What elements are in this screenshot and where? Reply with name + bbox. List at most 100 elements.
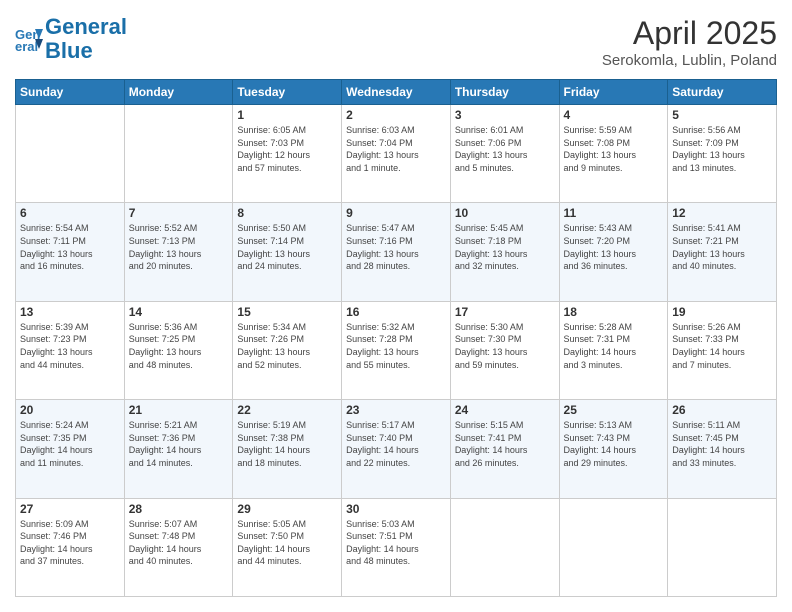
calendar-cell: 1 Sunrise: 6:05 AM Sunset: 7:03 PM Daylig… — [233, 105, 342, 203]
weekday-header-monday: Monday — [124, 80, 233, 105]
cell-info: Sunrise: 5:19 AM Sunset: 7:38 PM Dayligh… — [237, 419, 337, 469]
weekday-header-wednesday: Wednesday — [342, 80, 451, 105]
calendar-week-5: 27Sunrise: 5:09 AM Sunset: 7:46 PM Dayli… — [16, 498, 777, 596]
calendar-cell: 3Sunrise: 6:01 AM Sunset: 7:06 PM Daylig… — [450, 105, 559, 203]
cell-day-number: 7 — [129, 206, 229, 220]
cell-day-number: 24 — [455, 403, 555, 417]
calendar-cell: 9 Sunrise: 5:47 AM Sunset: 7:16 PM Daylig… — [342, 203, 451, 301]
cell-info: Sunrise: 5:17 AM Sunset: 7:40 PM Dayligh… — [346, 419, 446, 469]
cell-day-number: 13 — [20, 305, 120, 319]
cell-day-number: 26 — [672, 403, 772, 417]
cell-info: Sunrise: 6:05 AM Sunset: 7:03 PM Dayligh… — [237, 124, 337, 174]
calendar-cell: 8Sunrise: 5:50 AM Sunset: 7:14 PM Daylig… — [233, 203, 342, 301]
cell-day-number: 27 — [20, 502, 120, 516]
cell-day-number: 10 — [455, 206, 555, 220]
cell-info: Sunrise: 5:45 AM Sunset: 7:18 PM Dayligh… — [455, 222, 555, 272]
calendar-cell: 23 Sunrise: 5:17 AM Sunset: 7:40 PM Dayli… — [342, 400, 451, 498]
cell-info: Sunrise: 5:39 AM Sunset: 7:23 PM Dayligh… — [20, 321, 120, 371]
calendar-cell: 5Sunrise: 5:56 AM Sunset: 7:09 PM Daylig… — [668, 105, 777, 203]
svg-text:eral: eral — [15, 39, 38, 53]
calendar-cell: 20 Sunrise: 5:24 AM Sunset: 7:35 PM Dayli… — [16, 400, 125, 498]
calendar-cell: 7 Sunrise: 5:52 AM Sunset: 7:13 PM Daylig… — [124, 203, 233, 301]
weekday-header-friday: Friday — [559, 80, 668, 105]
cell-info: Sunrise: 5:52 AM Sunset: 7:13 PM Dayligh… — [129, 222, 229, 272]
calendar-week-3: 13 Sunrise: 5:39 AM Sunset: 7:23 PM Dayli… — [16, 301, 777, 399]
calendar-cell: 28 Sunrise: 5:07 AM Sunset: 7:48 PM Dayli… — [124, 498, 233, 596]
cell-info: Sunrise: 5:07 AM Sunset: 7:48 PM Dayligh… — [129, 518, 229, 568]
calendar-week-1: 1 Sunrise: 6:05 AM Sunset: 7:03 PM Daylig… — [16, 105, 777, 203]
cell-day-number: 28 — [129, 502, 229, 516]
cell-day-number: 2 — [346, 108, 446, 122]
weekday-header-thursday: Thursday — [450, 80, 559, 105]
cell-info: Sunrise: 5:32 AM Sunset: 7:28 PM Dayligh… — [346, 321, 446, 371]
cell-info: Sunrise: 5:30 AM Sunset: 7:30 PM Dayligh… — [455, 321, 555, 371]
cell-info: Sunrise: 5:36 AM Sunset: 7:25 PM Dayligh… — [129, 321, 229, 371]
cell-info: Sunrise: 5:59 AM Sunset: 7:08 PM Dayligh… — [564, 124, 664, 174]
cell-day-number: 16 — [346, 305, 446, 319]
calendar-cell: 19 Sunrise: 5:26 AM Sunset: 7:33 PM Dayli… — [668, 301, 777, 399]
calendar-week-2: 6Sunrise: 5:54 AM Sunset: 7:11 PM Daylig… — [16, 203, 777, 301]
cell-info: Sunrise: 5:28 AM Sunset: 7:31 PM Dayligh… — [564, 321, 664, 371]
cell-info: Sunrise: 5:05 AM Sunset: 7:50 PM Dayligh… — [237, 518, 337, 568]
cell-info: Sunrise: 5:03 AM Sunset: 7:51 PM Dayligh… — [346, 518, 446, 568]
cell-day-number: 3 — [455, 108, 555, 122]
cell-info: Sunrise: 5:26 AM Sunset: 7:33 PM Dayligh… — [672, 321, 772, 371]
cell-info: Sunrise: 5:43 AM Sunset: 7:20 PM Dayligh… — [564, 222, 664, 272]
weekday-header-saturday: Saturday — [668, 80, 777, 105]
cell-info: Sunrise: 5:50 AM Sunset: 7:14 PM Dayligh… — [237, 222, 337, 272]
calendar-cell: 4 Sunrise: 5:59 AM Sunset: 7:08 PM Daylig… — [559, 105, 668, 203]
calendar-cell: 10 Sunrise: 5:45 AM Sunset: 7:18 PM Dayli… — [450, 203, 559, 301]
weekday-header-sunday: Sunday — [16, 80, 125, 105]
calendar-cell: 2Sunrise: 6:03 AM Sunset: 7:04 PM Daylig… — [342, 105, 451, 203]
calendar-header: SundayMondayTuesdayWednesdayThursdayFrid… — [16, 80, 777, 105]
cell-info: Sunrise: 5:41 AM Sunset: 7:21 PM Dayligh… — [672, 222, 772, 272]
cell-day-number: 15 — [237, 305, 337, 319]
calendar-cell: 13 Sunrise: 5:39 AM Sunset: 7:23 PM Dayli… — [16, 301, 125, 399]
cell-day-number: 4 — [564, 108, 664, 122]
header: Gen eral General Blue April 2025 Serokom… — [15, 15, 777, 69]
calendar-cell: 12 Sunrise: 5:41 AM Sunset: 7:21 PM Dayli… — [668, 203, 777, 301]
calendar-cell: 11Sunrise: 5:43 AM Sunset: 7:20 PM Dayli… — [559, 203, 668, 301]
cell-day-number: 6 — [20, 206, 120, 220]
weekday-row: SundayMondayTuesdayWednesdayThursdayFrid… — [16, 80, 777, 105]
calendar-cell: 30 Sunrise: 5:03 AM Sunset: 7:51 PM Dayli… — [342, 498, 451, 596]
calendar-cell — [124, 105, 233, 203]
calendar-cell: 21Sunrise: 5:21 AM Sunset: 7:36 PM Dayli… — [124, 400, 233, 498]
calendar-cell: 29 Sunrise: 5:05 AM Sunset: 7:50 PM Dayli… — [233, 498, 342, 596]
cell-day-number: 5 — [672, 108, 772, 122]
calendar-cell: 27Sunrise: 5:09 AM Sunset: 7:46 PM Dayli… — [16, 498, 125, 596]
cell-info: Sunrise: 5:34 AM Sunset: 7:26 PM Dayligh… — [237, 321, 337, 371]
cell-day-number: 20 — [20, 403, 120, 417]
cell-day-number: 19 — [672, 305, 772, 319]
calendar-table: SundayMondayTuesdayWednesdayThursdayFrid… — [15, 79, 777, 597]
cell-info: Sunrise: 5:13 AM Sunset: 7:43 PM Dayligh… — [564, 419, 664, 469]
cell-info: Sunrise: 5:15 AM Sunset: 7:41 PM Dayligh… — [455, 419, 555, 469]
cell-day-number: 23 — [346, 403, 446, 417]
weekday-header-tuesday: Tuesday — [233, 80, 342, 105]
cell-day-number: 1 — [237, 108, 337, 122]
cell-day-number: 12 — [672, 206, 772, 220]
calendar-week-4: 20 Sunrise: 5:24 AM Sunset: 7:35 PM Dayli… — [16, 400, 777, 498]
cell-day-number: 29 — [237, 502, 337, 516]
calendar-cell: 24 Sunrise: 5:15 AM Sunset: 7:41 PM Dayli… — [450, 400, 559, 498]
calendar-cell: 16 Sunrise: 5:32 AM Sunset: 7:28 PM Dayli… — [342, 301, 451, 399]
cell-day-number: 9 — [346, 206, 446, 220]
calendar-subtitle: Serokomla, Lublin, Poland — [602, 52, 777, 69]
title-block: April 2025 Serokomla, Lublin, Poland — [602, 15, 777, 69]
cell-info: Sunrise: 5:47 AM Sunset: 7:16 PM Dayligh… — [346, 222, 446, 272]
logo: Gen eral General Blue — [15, 15, 127, 63]
calendar-cell: 15 Sunrise: 5:34 AM Sunset: 7:26 PM Dayli… — [233, 301, 342, 399]
calendar-cell: 22Sunrise: 5:19 AM Sunset: 7:38 PM Dayli… — [233, 400, 342, 498]
calendar-cell: 18 Sunrise: 5:28 AM Sunset: 7:31 PM Dayli… — [559, 301, 668, 399]
cell-day-number: 14 — [129, 305, 229, 319]
calendar-body: 1 Sunrise: 6:05 AM Sunset: 7:03 PM Daylig… — [16, 105, 777, 597]
cell-info: Sunrise: 5:24 AM Sunset: 7:35 PM Dayligh… — [20, 419, 120, 469]
calendar-cell: 17Sunrise: 5:30 AM Sunset: 7:30 PM Dayli… — [450, 301, 559, 399]
cell-day-number: 18 — [564, 305, 664, 319]
cell-day-number: 30 — [346, 502, 446, 516]
logo-text: General Blue — [45, 15, 127, 63]
calendar-cell — [16, 105, 125, 203]
page: Gen eral General Blue April 2025 Serokom… — [0, 0, 792, 612]
cell-day-number: 25 — [564, 403, 664, 417]
calendar-cell: 14 Sunrise: 5:36 AM Sunset: 7:25 PM Dayli… — [124, 301, 233, 399]
